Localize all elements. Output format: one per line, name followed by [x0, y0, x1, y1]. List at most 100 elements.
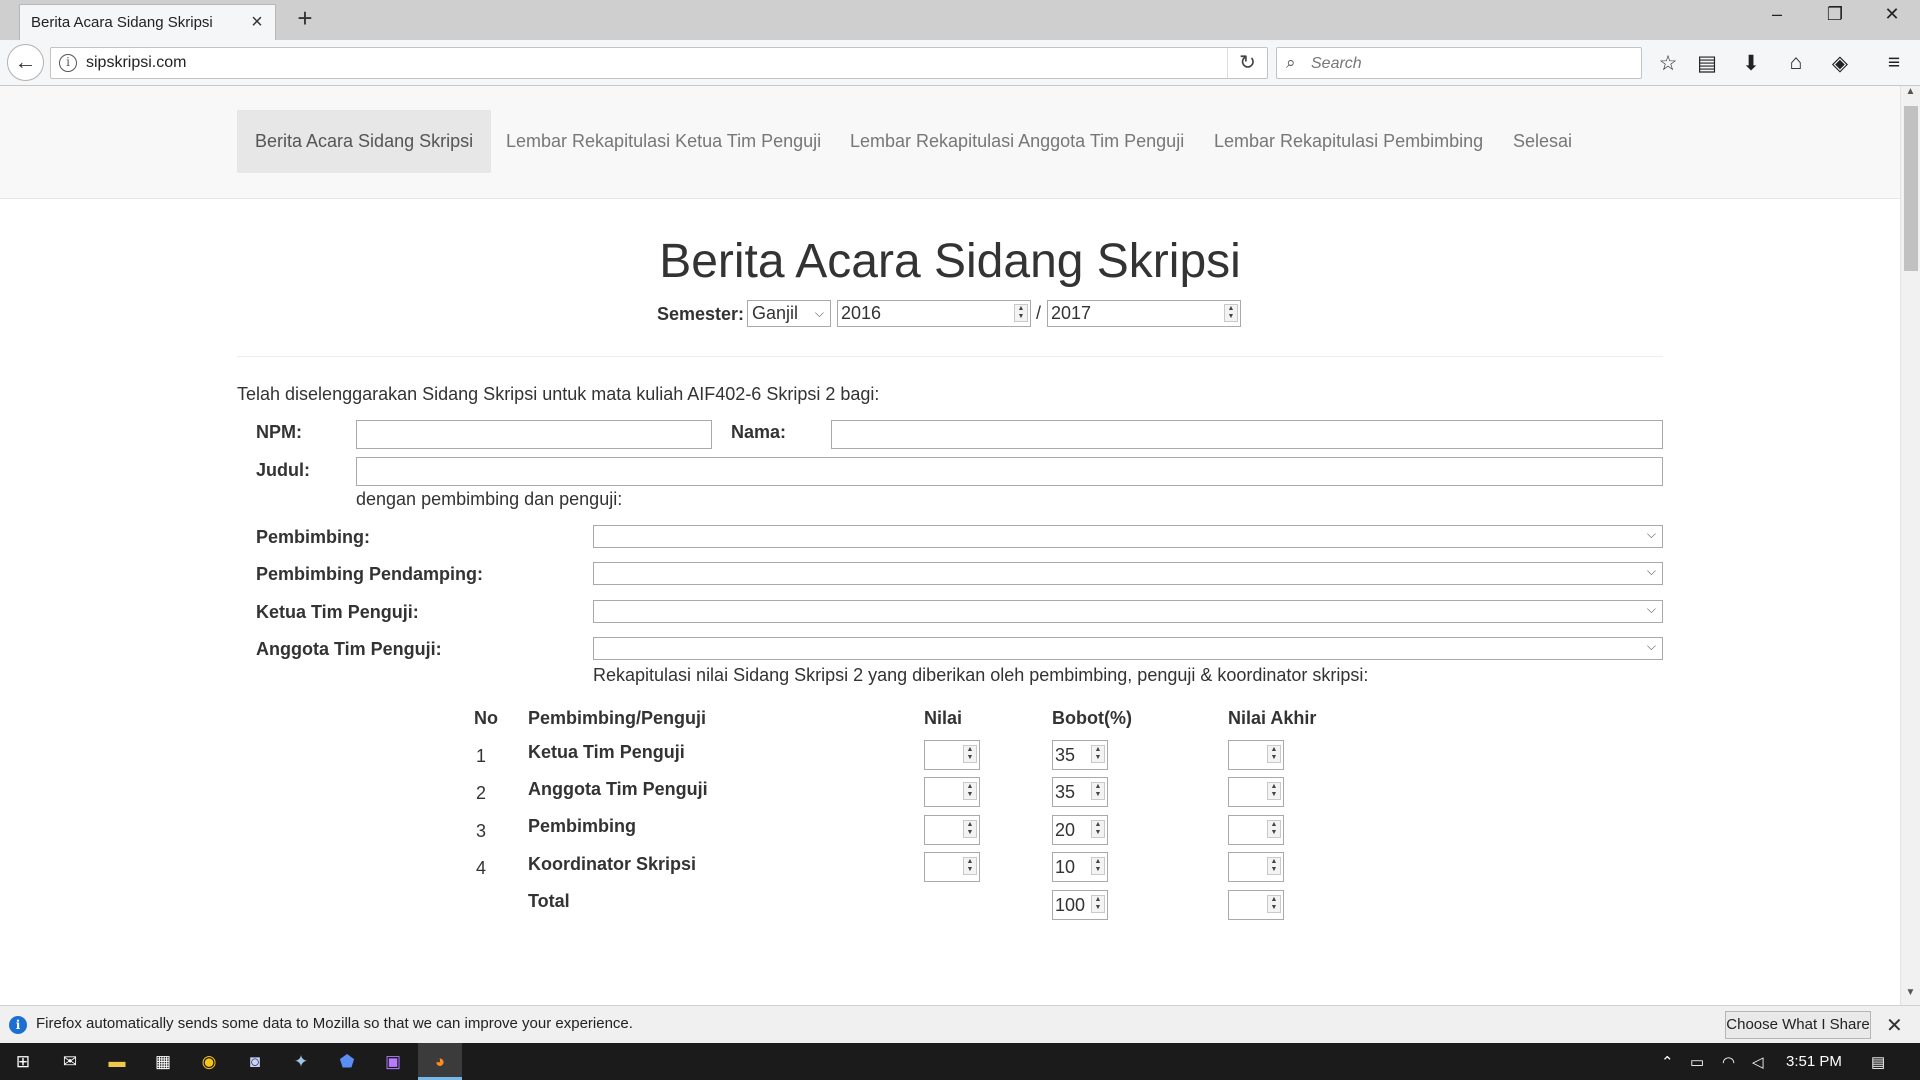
restore-icon[interactable]: ❐ [1820, 4, 1850, 30]
spinner-icon[interactable]: ▲ ▼ [963, 745, 977, 763]
steam-icon[interactable]: ✦ [288, 1049, 314, 1075]
download-icon[interactable]: ⬇ [1737, 51, 1765, 77]
nav-item-berita-acara[interactable]: Berita Acara Sidang Skripsi [237, 110, 492, 173]
windows-start-icon[interactable]: ⊞ [10, 1049, 36, 1075]
mail-icon[interactable]: ✉ [57, 1049, 83, 1075]
close-window-icon[interactable]: ✕ [1877, 4, 1907, 30]
spinner-icon[interactable]: ▲ ▼ [1267, 782, 1281, 800]
scroll-down-icon[interactable]: ▼ [1901, 987, 1920, 1004]
bobot-input[interactable]: 35 ▲ ▼ [1052, 777, 1108, 807]
header-nilai-akhir: Nilai Akhir [1228, 708, 1317, 728]
scroll-up-icon[interactable]: ▲ [1901, 86, 1920, 103]
taskbar-time[interactable]: 3:51 PM [1786, 1053, 1842, 1070]
minimize-icon[interactable]: – [1762, 4, 1792, 30]
npm-field[interactable] [356, 420, 712, 449]
intro-text: Telah diselenggarakan Sidang Skripsi unt… [237, 384, 880, 404]
nav-item-rekap-anggota[interactable]: Lembar Rekapitulasi Anggota Tim Penguji [832, 110, 1202, 173]
total-bobot-input[interactable]: 100 ▲ ▼ [1052, 890, 1108, 920]
library-icon[interactable]: ▤ [1693, 51, 1721, 77]
spinner-icon[interactable]: ▲ ▼ [1224, 304, 1238, 322]
site-nav: Berita Acara Sidang Skripsi Lembar Rekap… [0, 86, 1900, 199]
menu-icon[interactable]: ≡ [1880, 51, 1908, 77]
nav-item-selesai[interactable]: Selesai [1495, 110, 1590, 173]
bobot-input[interactable]: 10 ▲ ▼ [1052, 852, 1108, 882]
row-role: Pembimbing [528, 816, 637, 836]
search-bar[interactable]: ⌕ Search [1276, 47, 1642, 79]
spinner-icon[interactable]: ▲ ▼ [1091, 857, 1105, 875]
browser-tab[interactable]: Berita Acara Sidang Skripsi × [19, 4, 276, 40]
search-placeholder[interactable]: Search [1311, 55, 1362, 73]
reload-icon[interactable]: ↻ [1227, 48, 1267, 78]
home-icon[interactable]: ⌂ [1782, 51, 1810, 77]
visual-studio-icon[interactable]: ▣ [380, 1049, 406, 1075]
nilai-input[interactable]: ▲ ▼ [924, 815, 980, 845]
pembimbing-select[interactable]: ⌵ [593, 525, 1663, 548]
nilai-input[interactable]: ▲ ▼ [924, 740, 980, 770]
close-tab-icon[interactable]: × [247, 12, 267, 33]
info-icon: i [9, 1016, 27, 1034]
spinner-icon[interactable]: ▲ ▼ [1267, 745, 1281, 763]
spinner-icon[interactable]: ▲ ▼ [1267, 895, 1281, 913]
judul-field[interactable] [356, 457, 1663, 486]
spinner-icon[interactable]: ▲ ▼ [1091, 745, 1105, 763]
url-text[interactable]: sipskripsi.com [86, 54, 186, 72]
calculator-icon[interactable]: ▦ [150, 1049, 176, 1075]
action-center-icon[interactable]: ▤ [1871, 1053, 1885, 1071]
anggota-select[interactable]: ⌵ [593, 637, 1663, 660]
spinner-icon[interactable]: ▲ ▼ [1091, 782, 1105, 800]
spinner-icon[interactable]: ▲ ▼ [1014, 304, 1028, 322]
bobot-input[interactable]: 35 ▲ ▼ [1052, 740, 1108, 770]
battery-icon[interactable]: ▭ [1690, 1053, 1704, 1071]
npm-label: NPM: [256, 422, 302, 442]
year-start-input[interactable]: 2016 ▲ ▼ [837, 300, 1031, 327]
row-role: Anggota Tim Penguji [528, 779, 708, 799]
spinner-icon[interactable]: ▲ ▼ [1091, 820, 1105, 838]
nilai-input[interactable]: ▲ ▼ [924, 777, 980, 807]
semester-select[interactable]: Ganjil ⌵ [747, 300, 831, 327]
spinner-icon[interactable]: ▲ ▼ [1091, 895, 1105, 913]
nav-item-rekap-ketua[interactable]: Lembar Rekapitulasi Ketua Tim Penguji [488, 110, 839, 173]
page-scrollbar[interactable]: ▲ ▼ [1900, 86, 1920, 1005]
bobot-value: 35 [1055, 745, 1076, 765]
spinner-icon[interactable]: ▲ ▼ [963, 782, 977, 800]
ketua-label: Ketua Tim Penguji: [256, 602, 419, 622]
nilai-akhir-input[interactable]: ▲ ▼ [1228, 740, 1284, 770]
volume-icon[interactable]: ◁ [1752, 1053, 1764, 1071]
nilai-akhir-input[interactable]: ▲ ▼ [1228, 777, 1284, 807]
nilai-akhir-input[interactable]: ▲ ▼ [1228, 815, 1284, 845]
pocket-icon[interactable]: ◈ [1826, 51, 1854, 77]
firefox-icon[interactable]: ◕ [427, 1049, 453, 1075]
browser-nav-bar: ← i sipskripsi.com ↻ ⌕ Search ☆ ▤ ⬇ ⌂ ◈ … [0, 40, 1920, 86]
nama-field[interactable] [831, 420, 1663, 449]
header-role: Pembimbing/Penguji [528, 708, 707, 728]
discord-icon[interactable]: ◙ [242, 1049, 268, 1075]
wifi-icon[interactable]: ◠ [1722, 1053, 1735, 1071]
choose-share-button[interactable]: Choose What I Share [1725, 1011, 1871, 1039]
chrome-icon[interactable]: ◉ [196, 1049, 222, 1075]
bobot-input[interactable]: 20 ▲ ▼ [1052, 815, 1108, 845]
spinner-icon[interactable]: ▲ ▼ [963, 820, 977, 838]
nilai-input[interactable]: ▲ ▼ [924, 852, 980, 882]
scroll-thumb[interactable] [1904, 106, 1918, 271]
pendamping-label: Pembimbing Pendamping: [256, 564, 484, 584]
back-arrow-icon[interactable]: ← [7, 44, 44, 81]
tray-chevron-icon[interactable]: ⌃ [1661, 1053, 1674, 1071]
url-bar[interactable]: i sipskripsi.com ↻ [50, 47, 1268, 79]
spinner-icon[interactable]: ▲ ▼ [963, 857, 977, 875]
year-end-input[interactable]: 2017 ▲ ▼ [1047, 300, 1241, 327]
spinner-icon[interactable]: ▲ ▼ [1267, 820, 1281, 838]
info-icon[interactable]: i [59, 54, 77, 72]
ketua-select[interactable]: ⌵ [593, 600, 1663, 623]
app-icon[interactable]: ⬟ [334, 1049, 360, 1075]
total-nilai-akhir-input[interactable]: ▲ ▼ [1228, 890, 1284, 920]
page-title: Berita Acara Sidang Skripsi [659, 235, 1241, 288]
pendamping-select[interactable]: ⌵ [593, 562, 1663, 585]
chevron-down-icon: ⌵ [1646, 564, 1656, 578]
spinner-icon[interactable]: ▲ ▼ [1267, 857, 1281, 875]
nav-item-rekap-pembimbing[interactable]: Lembar Rekapitulasi Pembimbing [1196, 110, 1501, 173]
folder-icon[interactable]: ▬ [104, 1049, 130, 1075]
nilai-akhir-input[interactable]: ▲ ▼ [1228, 852, 1284, 882]
close-icon[interactable]: ✕ [1886, 1013, 1903, 1038]
bookmark-star-icon[interactable]: ☆ [1654, 51, 1682, 77]
new-tab-icon[interactable]: + [292, 5, 318, 32]
